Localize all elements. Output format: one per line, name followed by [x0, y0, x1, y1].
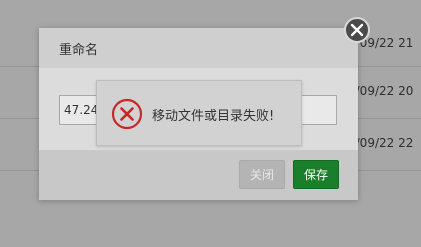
dialog-header: 重命名 [39, 28, 358, 68]
error-toast: 移动文件或目录失败! [96, 80, 302, 146]
close-circle-icon[interactable] [344, 17, 370, 43]
toast-message: 移动文件或目录失败! [152, 109, 275, 124]
save-button[interactable]: 保存 [293, 160, 339, 189]
close-button[interactable]: 关闭 [239, 160, 285, 189]
error-x-circle-icon [111, 98, 143, 130]
dialog-title: 重命名 [59, 43, 99, 58]
dialog-footer: 关闭 保存 [39, 150, 358, 200]
